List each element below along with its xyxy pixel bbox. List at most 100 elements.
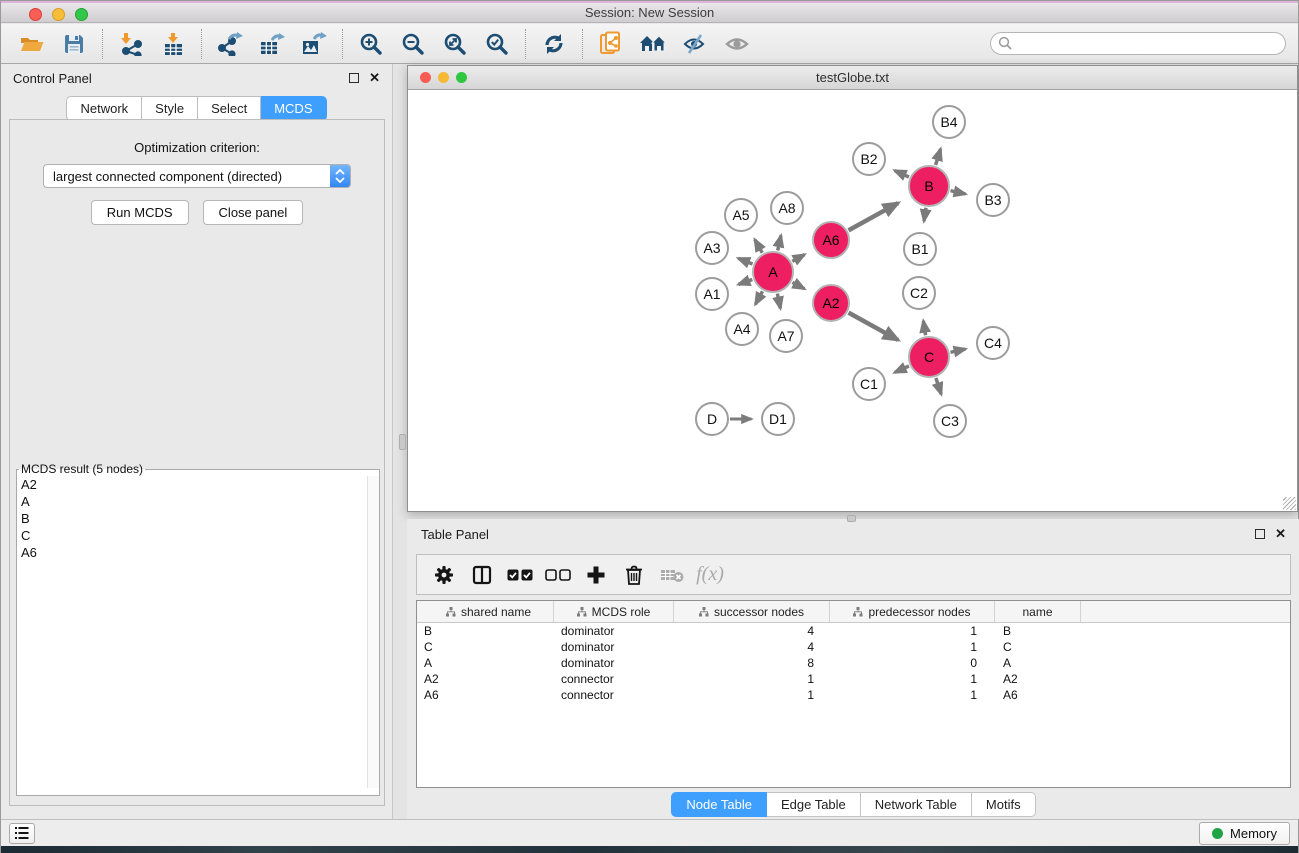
table-cell[interactable]: dominator (554, 655, 674, 671)
graph-edge-C-C2[interactable] (923, 321, 925, 335)
tab-network[interactable]: Network (66, 96, 142, 121)
maximize-window-button[interactable] (75, 8, 88, 21)
tab-network-table[interactable]: Network Table (861, 792, 972, 817)
table-cell[interactable]: C (417, 639, 554, 655)
graph-edge-C-C1[interactable] (895, 366, 909, 372)
search-input[interactable] (990, 32, 1286, 55)
run-mcds-button[interactable]: Run MCDS (91, 200, 189, 225)
refresh-layout-button[interactable] (533, 26, 575, 62)
float-panel-icon[interactable] (1255, 529, 1265, 539)
graph-node-D1[interactable]: D1 (761, 402, 795, 436)
graph-node-C[interactable]: C (908, 336, 950, 378)
graph-node-C3[interactable]: C3 (933, 404, 967, 438)
graph-node-A6[interactable]: A6 (812, 221, 850, 259)
list-item[interactable]: A6 (17, 544, 379, 561)
table-cell[interactable]: 1 (674, 671, 830, 687)
export-table-button[interactable] (251, 26, 293, 62)
graph-edge-A-A4[interactable] (755, 291, 762, 304)
column-header-shared-name[interactable]: shared name (417, 601, 554, 622)
table-row[interactable]: Cdominator41C (417, 639, 1290, 655)
tab-style[interactable]: Style (142, 96, 198, 121)
table-cell[interactable]: connector (554, 671, 674, 687)
graph-edge-A-A3[interactable] (738, 258, 752, 264)
graph-node-C4[interactable]: C4 (976, 326, 1010, 360)
zoom-out-button[interactable] (392, 26, 434, 62)
close-panel-icon[interactable]: ✕ (369, 73, 380, 83)
table-cell[interactable]: B (417, 623, 554, 639)
split-divider-handle[interactable] (847, 515, 856, 522)
save-session-button[interactable] (53, 26, 95, 62)
graph-node-A8[interactable]: A8 (770, 191, 804, 225)
mcds-result-list[interactable]: A2 A B C A6 (17, 476, 379, 788)
table-cell[interactable]: connector (554, 687, 674, 703)
float-panel-icon[interactable] (349, 73, 359, 83)
graph-node-B3[interactable]: B3 (976, 183, 1010, 217)
table-cell[interactable]: A6 (417, 687, 554, 703)
select-all-button[interactable] (501, 558, 539, 592)
import-table-button[interactable] (152, 26, 194, 62)
export-network-button[interactable] (209, 26, 251, 62)
maximize-view-button[interactable] (456, 72, 467, 83)
list-item[interactable]: B (17, 510, 379, 527)
graph-edge-B-B4[interactable] (936, 149, 941, 165)
graph-node-B1[interactable]: B1 (903, 232, 937, 266)
table-cell[interactable]: dominator (554, 639, 674, 655)
close-window-button[interactable] (29, 8, 42, 21)
memory-button[interactable]: Memory (1199, 822, 1290, 845)
graph-node-D[interactable]: D (695, 402, 729, 436)
list-item[interactable]: A (17, 493, 379, 510)
column-header-mcds-role[interactable]: MCDS role (554, 601, 674, 622)
table-cell[interactable]: A6 (995, 687, 1081, 703)
graph-edge-A-A8[interactable] (778, 236, 781, 251)
table-cell[interactable]: A2 (995, 671, 1081, 687)
column-header-predecessor-nodes[interactable]: predecessor nodes (830, 601, 995, 622)
graph-node-B4[interactable]: B4 (932, 105, 966, 139)
table-cell[interactable]: 0 (830, 655, 995, 671)
table-cell[interactable]: 8 (674, 655, 830, 671)
import-network-button[interactable] (110, 26, 152, 62)
column-header-successor-nodes[interactable]: successor nodes (674, 601, 830, 622)
home-view-button[interactable] (632, 26, 674, 62)
graph-node-A5[interactable]: A5 (724, 198, 758, 232)
graph-node-A1[interactable]: A1 (695, 277, 729, 311)
minimize-view-button[interactable] (438, 72, 449, 83)
table-settings-button[interactable] (425, 558, 463, 592)
graph-node-A7[interactable]: A7 (769, 319, 803, 353)
show-columns-button[interactable] (463, 558, 501, 592)
zoom-fit-button[interactable] (434, 26, 476, 62)
table-row[interactable]: Bdominator41B (417, 623, 1290, 639)
table-cell[interactable]: dominator (554, 623, 674, 639)
list-item[interactable]: A2 (17, 476, 379, 493)
delete-column-button[interactable] (615, 558, 653, 592)
table-cell[interactable]: 1 (830, 639, 995, 655)
table-cell[interactable]: A2 (417, 671, 554, 687)
open-session-button[interactable] (11, 26, 53, 62)
table-cell[interactable]: 4 (674, 639, 830, 655)
table-row[interactable]: Adominator80A (417, 655, 1290, 671)
split-divider-handle[interactable] (399, 434, 406, 450)
graph-edge-A-A6[interactable] (792, 255, 804, 262)
table-cell[interactable]: 1 (830, 687, 995, 703)
graph-edge-B-B1[interactable] (924, 208, 926, 221)
graph-node-A2[interactable]: A2 (812, 284, 850, 322)
graph-edge-B-B3[interactable] (950, 191, 965, 194)
graph-node-B[interactable]: B (908, 165, 950, 207)
graph-edge-B-B2[interactable] (895, 171, 909, 177)
column-header-name[interactable]: name (995, 601, 1081, 622)
table-cell[interactable]: A (417, 655, 554, 671)
list-item[interactable]: C (17, 527, 379, 544)
graph-edge-A-A7[interactable] (777, 294, 780, 309)
table-cell[interactable]: 1 (674, 687, 830, 703)
tab-edge-table[interactable]: Edge Table (767, 792, 861, 817)
tab-mcds[interactable]: MCDS (261, 96, 326, 121)
table-cell[interactable]: A (995, 655, 1081, 671)
graph-node-C1[interactable]: C1 (852, 367, 886, 401)
network-document-button[interactable] (590, 26, 632, 62)
criterion-select[interactable]: largest connected component (directed) (43, 164, 351, 188)
table-row[interactable]: A6connector11A6 (417, 687, 1290, 703)
window-resize-grip[interactable] (1283, 497, 1296, 510)
add-column-button[interactable] (577, 558, 615, 592)
graph-node-B2[interactable]: B2 (852, 142, 886, 176)
hide-details-button[interactable] (674, 26, 716, 62)
graph-edge-A-A1[interactable] (739, 279, 753, 284)
